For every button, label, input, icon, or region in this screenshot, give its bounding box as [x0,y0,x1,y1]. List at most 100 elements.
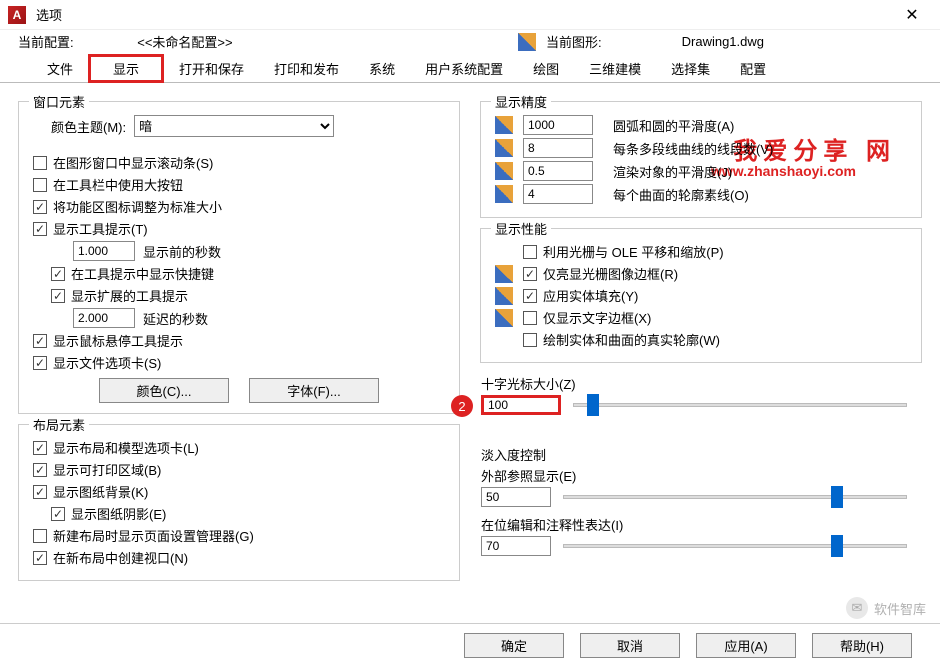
tab-display[interactable]: 显示 [88,54,164,83]
btn-colors[interactable]: 颜色(C)... [99,378,229,403]
chk-highlight[interactable] [523,267,537,281]
group-crosshair-title: 十字光标大小(Z) [481,374,907,393]
lbl-layout-tabs: 显示布局和模型选项卡(L) [53,438,199,457]
lbl-scroll: 在图形窗口中显示滚动条(S) [53,153,213,172]
inp-poly[interactable] [523,138,593,158]
tab-userpref[interactable]: 用户系统配置 [410,54,518,83]
cancel-button[interactable]: 取消 [580,633,680,658]
inp-tip-ext[interactable] [73,308,135,328]
window-title: 选项 [36,5,62,24]
chk-tip-ext[interactable] [51,289,65,303]
tab-selection[interactable]: 选择集 [656,54,725,83]
lbl-filetab: 显示文件选项卡(S) [53,353,161,372]
drawing-label: 当前图形: [546,32,602,51]
lbl-paperbg: 显示图纸背景(K) [53,482,148,501]
res-icon [495,139,513,157]
group-performance-title: 显示性能 [491,219,551,238]
app-icon: A [8,6,26,24]
lbl-viewport: 在新布局中创建视口(N) [53,548,188,567]
dwg-icon [518,33,536,51]
theme-label: 颜色主题(M): [51,117,126,136]
chk-panzoom[interactable] [523,245,537,259]
inp-xref[interactable] [481,487,551,507]
info-row: 当前配置: <<未命名配置>> 当前图形: Drawing1.dwg [0,30,940,53]
lbl-panzoom: 利用光栅与 OLE 平移和缩放(P) [543,242,724,261]
inp-surf[interactable] [523,184,593,204]
chk-textframe[interactable] [523,311,537,325]
lbl-ribbon: 将功能区图标调整为标准大小 [53,197,222,216]
footer-watermark: ✉ 软件智库 [846,597,926,619]
group-fade-title: 淡入度控制 [481,445,907,464]
chk-filetab[interactable] [33,356,47,370]
lbl-textframe: 仅显示文字边框(X) [543,308,651,327]
lbl-render: 渲染对象的平滑度(J) [613,162,732,181]
footer-text: 软件智库 [874,599,926,618]
help-button[interactable]: 帮助(H) [812,633,912,658]
tab-system[interactable]: 系统 [354,54,410,83]
chk-fill[interactable] [523,289,537,303]
slider-crosshair[interactable] [573,403,907,407]
lbl-paper-shadow: 显示图纸阴影(E) [71,504,166,523]
title-bar: A 选项 ✕ [0,0,940,30]
tab-profiles[interactable]: 配置 [725,54,781,83]
tab-draft[interactable]: 绘图 [518,54,574,83]
lbl-highlight: 仅亮显光栅图像边框(R) [543,264,678,283]
tab-opensave[interactable]: 打开和保存 [164,54,259,83]
group-crosshair: 十字光标大小(Z) 2 [480,373,922,434]
chk-silhouette[interactable] [523,333,537,347]
chk-tip-shortcut[interactable] [51,267,65,281]
close-button[interactable]: ✕ [892,0,932,30]
slider-inplace[interactable] [563,544,907,548]
chk-tooltip[interactable] [33,222,47,236]
inp-render[interactable] [523,161,593,181]
content: 窗口元素 颜色主题(M): 暗 在图形窗口中显示滚动条(S) 在工具栏中使用大按… [0,83,940,593]
chk-paperbg[interactable] [33,485,47,499]
inp-arc[interactable] [523,115,593,135]
lbl-bigbtn: 在工具栏中使用大按钮 [53,175,183,194]
drawing-value: Drawing1.dwg [682,34,764,49]
chk-printable[interactable] [33,463,47,477]
badge-2: 2 [451,395,473,417]
group-window-elements: 窗口元素 颜色主题(M): 暗 在图形窗口中显示滚动条(S) 在工具栏中使用大按… [18,101,460,414]
perf-icon [495,287,513,305]
lbl-tip-delay: 显示前的秒数 [143,242,221,261]
lbl-tip-shortcut: 在工具提示中显示快捷键 [71,264,214,283]
tabs: 文件 显示 打开和保存 打印和发布 系统 用户系统配置 绘图 三维建模 选择集 … [0,53,940,83]
chk-bigbtn[interactable] [33,178,47,192]
perf-icon [495,265,513,283]
tab-plot[interactable]: 打印和发布 [259,54,354,83]
btn-fonts[interactable]: 字体(F)... [249,378,379,403]
lbl-printable: 显示可打印区域(B) [53,460,161,479]
lbl-arc: 圆弧和圆的平滑度(A) [613,116,734,135]
bottom-bar: 确定 取消 应用(A) 帮助(H) [0,623,940,667]
chk-ribbon[interactable] [33,200,47,214]
tab-file[interactable]: 文件 [32,54,88,83]
lbl-tooltip: 显示工具提示(T) [53,219,148,238]
perf-icon [495,309,513,327]
chk-layout-tabs[interactable] [33,441,47,455]
chk-pagesetup[interactable] [33,529,47,543]
group-performance: 显示性能 利用光栅与 OLE 平移和缩放(P) 仅亮显光栅图像边框(R) 应用实… [480,228,922,363]
res-icon [495,162,513,180]
group-layout-title: 布局元素 [29,415,89,434]
ok-button[interactable]: 确定 [464,633,564,658]
group-fade: 淡入度控制 外部参照显示(E) 在位编辑和注释性表达(I) [480,444,922,575]
chk-scroll[interactable] [33,156,47,170]
inp-inplace[interactable] [481,536,551,556]
chk-hover[interactable] [33,334,47,348]
apply-button[interactable]: 应用(A) [696,633,796,658]
res-icon [495,116,513,134]
chk-paper-shadow[interactable] [51,507,65,521]
lbl-fill: 应用实体填充(Y) [543,286,638,305]
group-layout-elements: 布局元素 显示布局和模型选项卡(L) 显示可打印区域(B) 显示图纸背景(K) … [18,424,460,581]
theme-select[interactable]: 暗 [134,115,334,137]
inp-tip-delay[interactable] [73,241,135,261]
group-window-title: 窗口元素 [29,92,89,111]
tab-3d[interactable]: 三维建模 [574,54,656,83]
profile-label: 当前配置: [18,35,74,50]
lbl-tip-ext-delay: 延迟的秒数 [143,309,208,328]
inp-crosshair[interactable] [481,395,561,415]
chk-viewport[interactable] [33,551,47,565]
slider-xref[interactable] [563,495,907,499]
profile-value: <<未命名配置>> [137,35,232,50]
